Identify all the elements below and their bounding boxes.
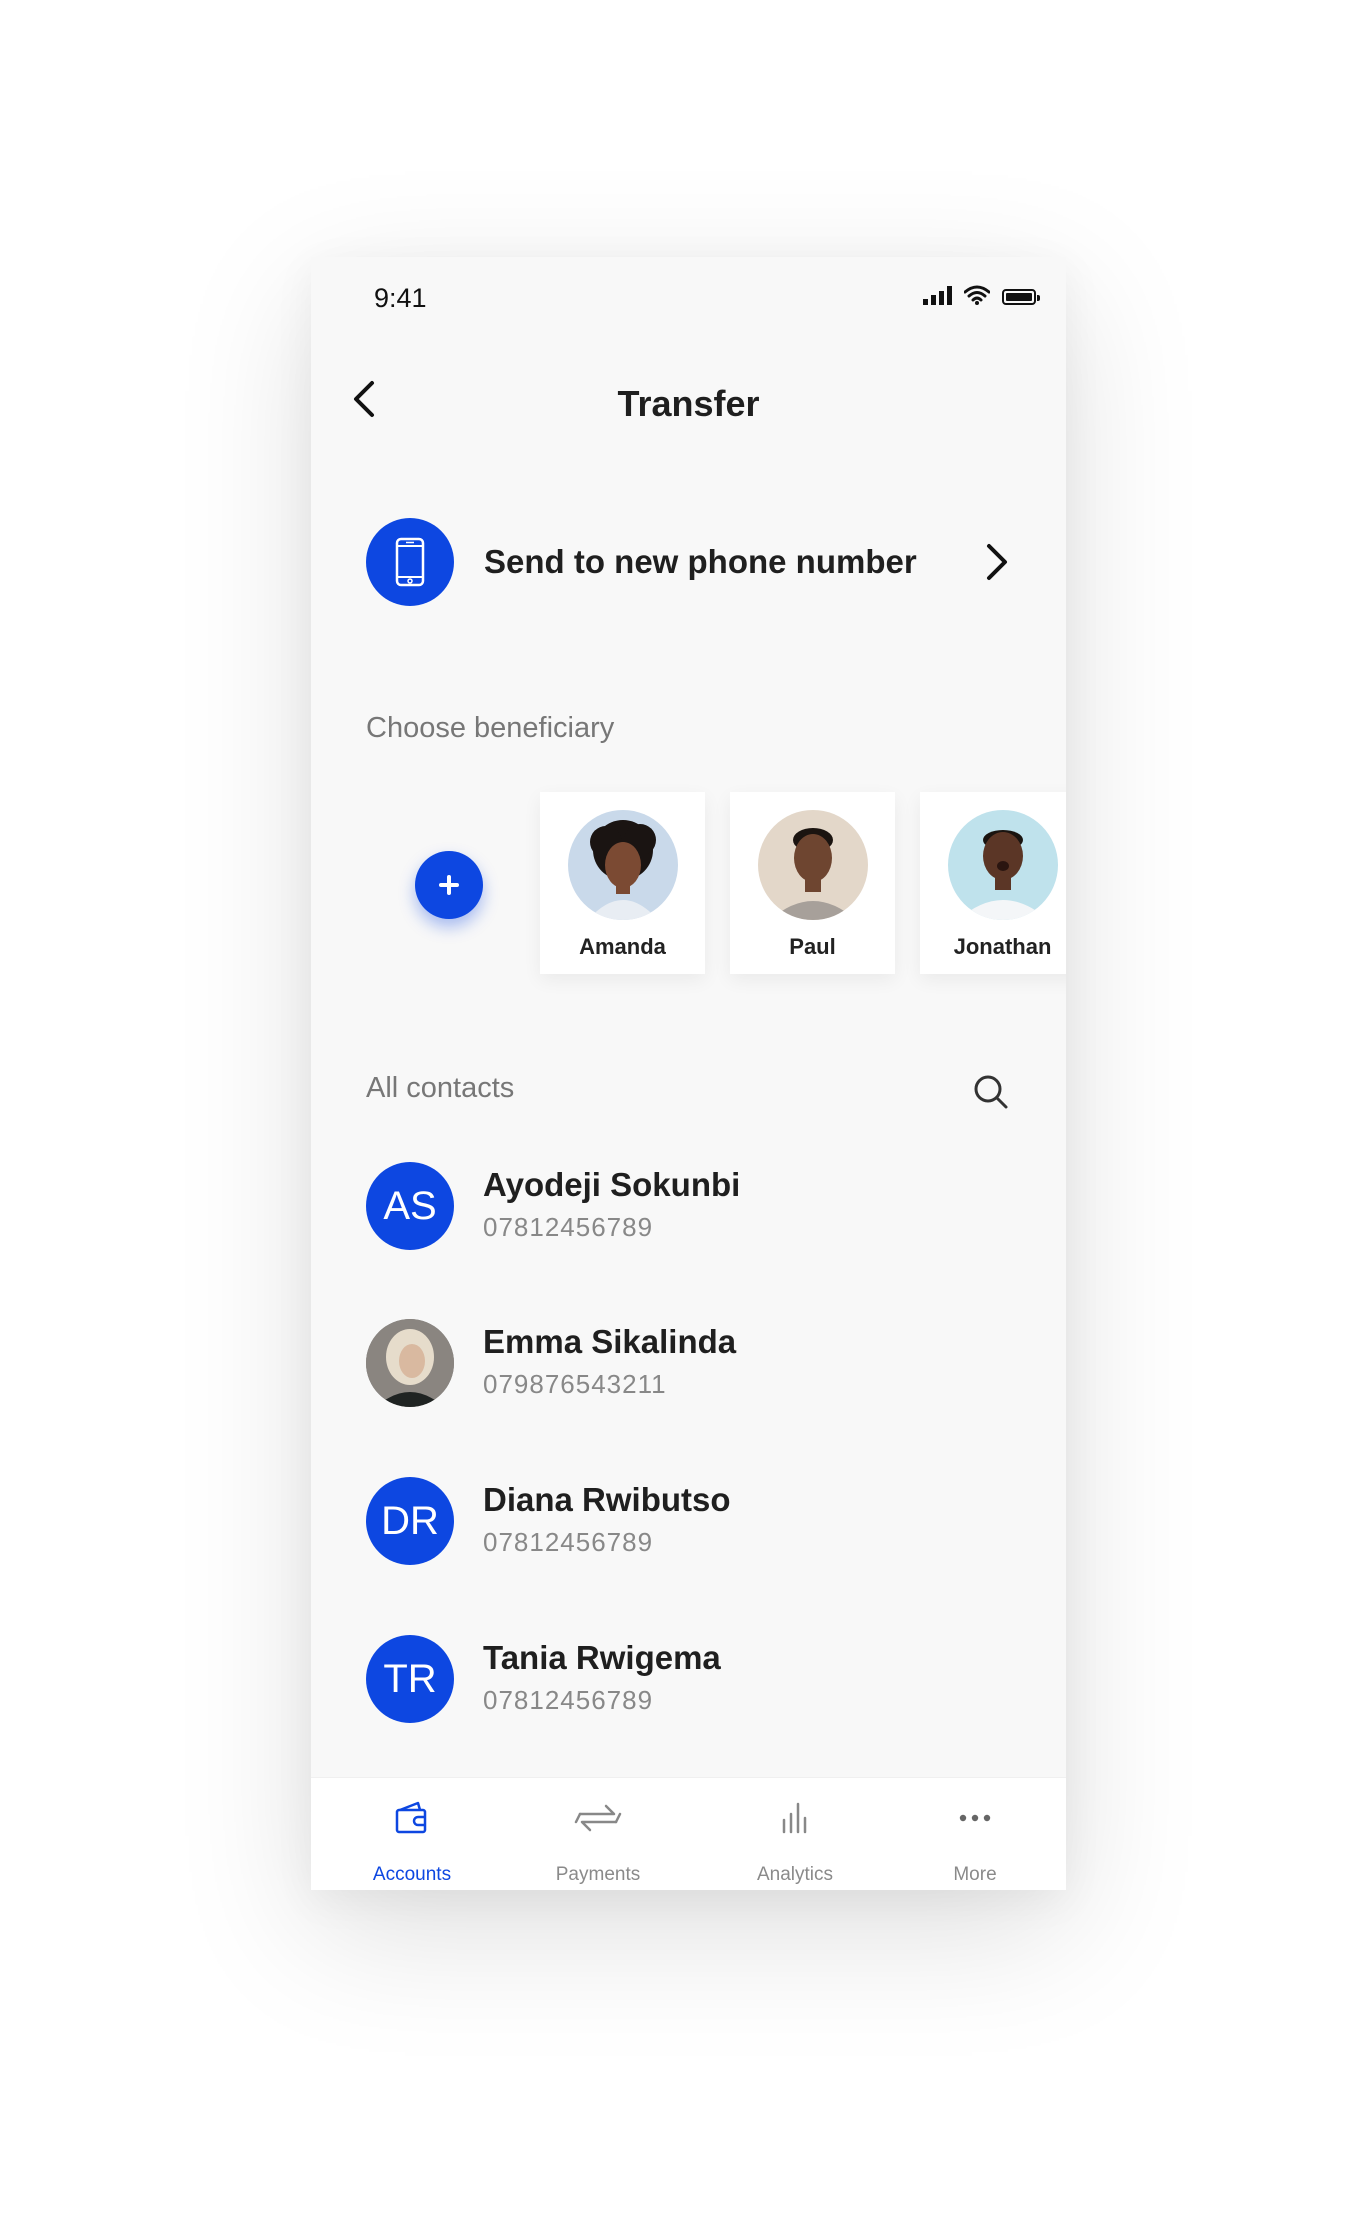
search-icon[interactable] (971, 1072, 1011, 1112)
plus-icon (439, 875, 459, 895)
contact-avatar: AS (366, 1162, 454, 1250)
tab-label: More (953, 1864, 997, 1885)
contact-phone: 079876543211 (483, 1369, 667, 1399)
phone-screen: 9:41 Transfer Send to new phone number C… (311, 257, 1066, 1890)
beneficiary-name: Paul (789, 934, 836, 959)
contact-phone: 07812456789 (483, 1527, 654, 1557)
all-contacts-label: All contacts (366, 1072, 515, 1104)
add-beneficiary-button[interactable] (415, 851, 483, 919)
contact-row[interactable]: Emma Sikalinda 079876543211 (366, 1319, 1016, 1409)
chevron-right-icon (987, 544, 1007, 580)
wifi-icon (964, 285, 990, 305)
tab-more[interactable]: More (881, 1778, 1066, 1890)
contact-name: Tania Rwigema (483, 1639, 721, 1676)
transfer-arrows-icon (574, 1804, 622, 1832)
contact-row[interactable]: DR Diana Rwibutso 07812456789 (366, 1477, 1016, 1567)
contact-phone: 07812456789 (483, 1212, 654, 1242)
status-icons (923, 285, 1040, 305)
battery-icon (1002, 289, 1040, 305)
more-dots-icon (959, 1814, 991, 1822)
signal-icon (923, 285, 952, 305)
contact-avatar: DR (366, 1477, 454, 1565)
tab-accounts[interactable]: Accounts (318, 1778, 506, 1890)
contact-name: Ayodeji Sokunbi (483, 1166, 741, 1203)
bar-chart-icon (782, 1802, 807, 1834)
beneficiary-carousel[interactable]: Amanda Paul Jonathan (311, 792, 1066, 982)
contact-phone: 07812456789 (483, 1685, 654, 1715)
contact-row[interactable]: TR Tania Rwigema 07812456789 (366, 1635, 1016, 1725)
send-new-number-icon-circle (366, 518, 454, 606)
contact-name: Diana Rwibutso (483, 1481, 731, 1518)
contact-row[interactable]: AS Ayodeji Sokunbi 07812456789 (366, 1162, 1016, 1252)
beneficiary-photo (758, 810, 868, 920)
beneficiary-photo (568, 810, 678, 920)
beneficiary-card-paul[interactable]: Paul (730, 792, 895, 974)
status-time: 9:41 (374, 283, 427, 313)
beneficiary-name: Jonathan (953, 934, 1052, 959)
tab-payments[interactable]: Payments (504, 1778, 692, 1890)
choose-beneficiary-label: Choose beneficiary (366, 712, 615, 744)
page-title: Transfer (617, 383, 760, 424)
tab-label: Payments (555, 1864, 641, 1885)
contact-avatar-photo (366, 1319, 454, 1407)
beneficiary-name: Amanda (579, 934, 666, 959)
contact-avatar: TR (366, 1635, 454, 1723)
send-new-number-row[interactable]: Send to new phone number (366, 517, 1016, 607)
beneficiary-photo (948, 810, 1058, 920)
beneficiary-card-jonathan[interactable]: Jonathan (920, 792, 1066, 974)
phone-icon (395, 537, 425, 587)
tab-bar: Accounts Payments Analytics More (311, 1777, 1066, 1890)
tab-label: Analytics (756, 1864, 834, 1885)
tab-analytics[interactable]: Analytics (701, 1778, 889, 1890)
contact-name: Emma Sikalinda (483, 1323, 737, 1360)
tab-label: Accounts (372, 1864, 452, 1885)
send-new-number-label: Send to new phone number (484, 543, 917, 580)
wallet-icon (395, 1801, 427, 1834)
beneficiary-card-amanda[interactable]: Amanda (540, 792, 705, 974)
